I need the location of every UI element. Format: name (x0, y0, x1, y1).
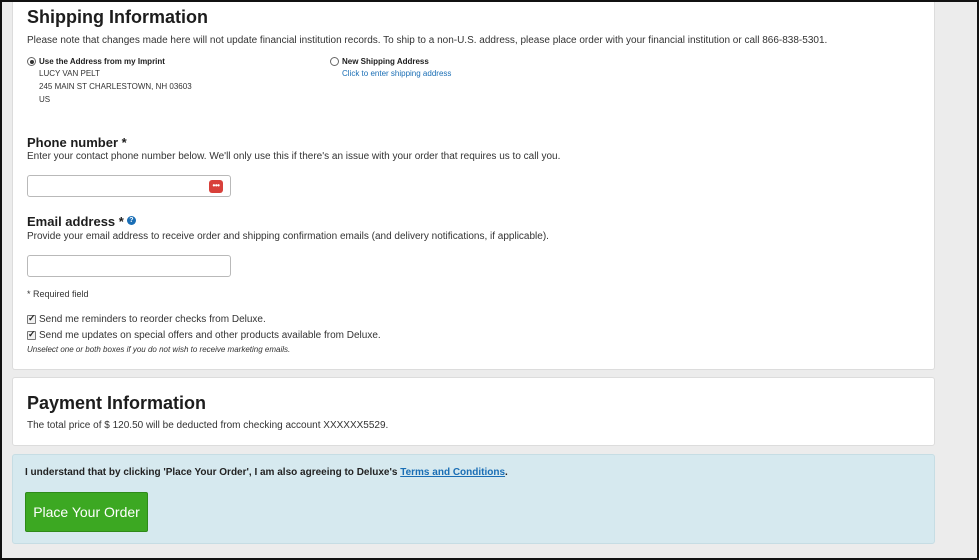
terms-and-conditions-link[interactable]: Terms and Conditions (400, 467, 505, 478)
agreement-suffix: . (505, 467, 508, 478)
email-address-title: Email address *? (27, 214, 136, 229)
email-address-title-text: Email address * (27, 214, 124, 229)
shipping-title: Shipping Information (27, 7, 208, 27)
special-offers-option[interactable]: Send me updates on special offers and ot… (27, 329, 381, 341)
imprint-address-radio[interactable] (27, 57, 36, 66)
imprint-address-label[interactable]: Use the Address from my Imprint (39, 57, 165, 66)
email-address-description: Provide your email address to receive or… (27, 231, 549, 242)
reorder-reminders-option[interactable]: Send me reminders to reorder checks from… (27, 313, 266, 325)
imprint-address-text: LUCY VAN PELT 245 MAIN ST CHARLESTOWN, N… (39, 67, 192, 106)
imprint-address-option[interactable]: Use the Address from my Imprint LUCY VAN… (27, 57, 192, 106)
address-line: LUCY VAN PELT (39, 69, 100, 78)
phone-number-input[interactable]: ••• (27, 175, 231, 197)
email-address-input[interactable] (27, 255, 231, 277)
new-shipping-address-label[interactable]: New Shipping Address (342, 57, 429, 66)
phone-number-title: Phone number * (27, 135, 127, 150)
payment-information-panel: Payment Information The total price of $… (12, 377, 935, 446)
help-icon[interactable]: ? (126, 216, 136, 225)
payment-deduction-text: The total price of $ 120.50 will be dedu… (27, 420, 389, 431)
phone-number-description: Enter your contact phone number below. W… (27, 151, 561, 162)
required-field-note: * Required field (27, 289, 89, 299)
special-offers-label[interactable]: Send me updates on special offers and ot… (39, 330, 381, 341)
reorder-reminders-checkbox[interactable] (27, 313, 36, 324)
password-manager-icon[interactable]: ••• (209, 180, 223, 193)
special-offers-checkbox[interactable] (27, 329, 36, 340)
place-your-order-button[interactable]: Place Your Order (25, 492, 148, 532)
shipping-information-panel: Shipping Information Please note that ch… (12, 0, 935, 370)
order-agreement-panel: I understand that by clicking 'Place You… (12, 454, 935, 544)
marketing-hint: Unselect one or both boxes if you do not… (27, 345, 291, 354)
agreement-text: I understand that by clicking 'Place You… (25, 467, 508, 478)
shipping-note: Please note that changes made here will … (27, 35, 828, 46)
new-shipping-address-option[interactable]: New Shipping Address Click to enter ship… (330, 57, 451, 78)
agreement-statement: I understand that by clicking 'Place You… (25, 467, 398, 478)
new-shipping-address-radio[interactable] (330, 57, 339, 66)
reorder-reminders-label[interactable]: Send me reminders to reorder checks from… (39, 314, 266, 325)
enter-shipping-address-link[interactable]: Click to enter shipping address (342, 69, 451, 78)
address-line: US (39, 95, 51, 104)
payment-title: Payment Information (27, 393, 207, 413)
address-line: 245 MAIN ST CHARLESTOWN, NH 03603 (39, 82, 192, 91)
